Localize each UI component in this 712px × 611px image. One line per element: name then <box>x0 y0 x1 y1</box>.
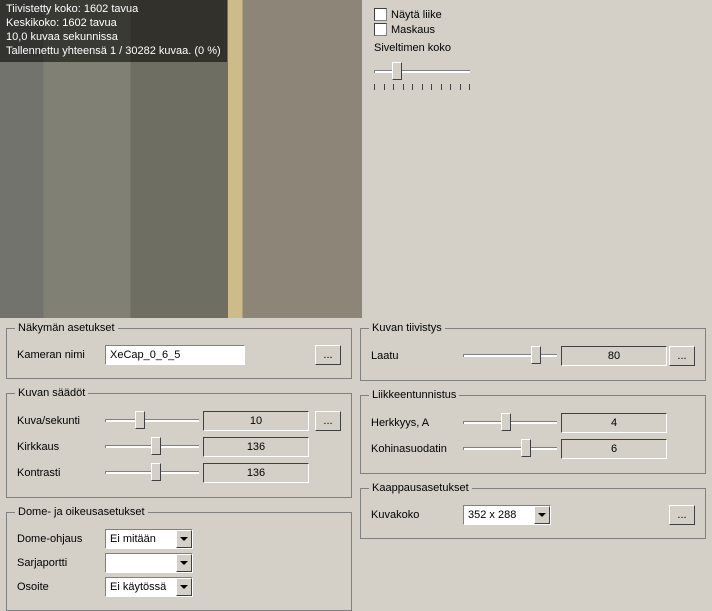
overlay-compressed-size: Tiivistetty koko: 1602 tavua <box>6 2 221 16</box>
contrast-label: Kontrasti <box>17 467 105 479</box>
motion-legend: Liikkeentunnistus <box>369 389 459 401</box>
noise-filter-value: 6 <box>561 439 667 459</box>
overlay-fps: 10,0 kuvaa sekunnissa <box>6 30 221 44</box>
quality-value: 80 <box>561 346 667 366</box>
sensitivity-value: 4 <box>561 413 667 433</box>
quality-slider[interactable] <box>463 344 557 368</box>
capture-settings-group: Kaappausasetukset Kuvakoko 352 x 288 ... <box>360 482 706 539</box>
address-select[interactable]: Ei käytössä <box>105 577 193 597</box>
serial-port-select[interactable] <box>105 553 193 573</box>
chevron-down-icon <box>176 578 192 596</box>
image-size-select[interactable]: 352 x 288 <box>463 505 551 525</box>
quality-label: Laatu <box>371 350 463 362</box>
brush-size-label: Siveltimen koko <box>374 42 470 54</box>
show-motion-label: Näytä liike <box>391 9 442 21</box>
camera-name-more-button[interactable]: ... <box>315 345 341 365</box>
fps-label: Kuva/sekunti <box>17 415 105 427</box>
contrast-value: 136 <box>203 463 309 483</box>
fps-slider[interactable] <box>105 409 199 433</box>
noise-filter-label: Kohinasuodatin <box>371 443 463 455</box>
noise-filter-slider[interactable] <box>463 437 557 461</box>
chevron-down-icon <box>534 506 550 524</box>
dome-settings-legend: Dome- ja oikeusasetukset <box>15 506 148 518</box>
preview-overlay: Tiivistetty koko: 1602 tavua Keskikoko: … <box>0 0 227 62</box>
sensitivity-slider[interactable] <box>463 411 557 435</box>
serial-port-label: Sarjaportti <box>17 557 105 569</box>
image-adjust-legend: Kuvan säädöt <box>15 387 88 399</box>
motion-detection-group: Liikkeentunnistus Herkkyys, A 4 Kohinasu… <box>360 389 706 474</box>
camera-name-input[interactable] <box>105 345 245 365</box>
image-size-value: 352 x 288 <box>468 509 516 521</box>
view-settings-group: Näkymän asetukset Kameran nimi ... <box>6 322 352 379</box>
compression-group: Kuvan tiivistys Laatu 80 ... <box>360 322 706 381</box>
capture-legend: Kaappausasetukset <box>369 482 472 494</box>
address-label: Osoite <box>17 581 105 593</box>
brush-size-slider[interactable] <box>374 60 470 100</box>
dome-settings-group: Dome- ja oikeusasetukset Dome-ohjaus Ei … <box>6 506 352 611</box>
camera-name-label: Kameran nimi <box>17 349 105 361</box>
overlay-recorded: Tallennettu yhteensä 1 / 30282 kuvaa. (0… <box>6 44 221 58</box>
compression-legend: Kuvan tiivistys <box>369 322 445 334</box>
masking-label: Maskaus <box>391 24 435 36</box>
camera-preview: Tiivistetty koko: 1602 tavua Keskikoko: … <box>0 0 362 318</box>
brightness-slider[interactable] <box>105 435 199 459</box>
brightness-label: Kirkkaus <box>17 441 105 453</box>
sensitivity-label: Herkkyys, A <box>371 417 463 429</box>
view-settings-legend: Näkymän asetukset <box>15 322 118 334</box>
quality-more-button[interactable]: ... <box>669 346 695 366</box>
dome-control-select[interactable]: Ei mitään <box>105 529 193 549</box>
fps-value: 10 <box>203 411 309 431</box>
image-size-label: Kuvakoko <box>371 509 463 521</box>
chevron-down-icon <box>176 530 192 548</box>
masking-checkbox[interactable] <box>374 23 387 36</box>
address-value: Ei käytössä <box>110 581 166 593</box>
show-motion-checkbox[interactable] <box>374 8 387 21</box>
capture-more-button[interactable]: ... <box>669 505 695 525</box>
contrast-slider[interactable] <box>105 461 199 485</box>
chevron-down-icon <box>176 554 192 572</box>
fps-more-button[interactable]: ... <box>315 411 341 431</box>
top-panel: Näytä liike Maskaus Siveltimen koko <box>362 0 482 318</box>
brightness-value: 136 <box>203 437 309 457</box>
dome-control-label: Dome-ohjaus <box>17 533 105 545</box>
dome-control-value: Ei mitään <box>110 533 156 545</box>
overlay-avg-size: Keskikoko: 1602 tavua <box>6 16 221 30</box>
image-adjust-group: Kuvan säädöt Kuva/sekunti 10 ... Kirkkau… <box>6 387 352 498</box>
